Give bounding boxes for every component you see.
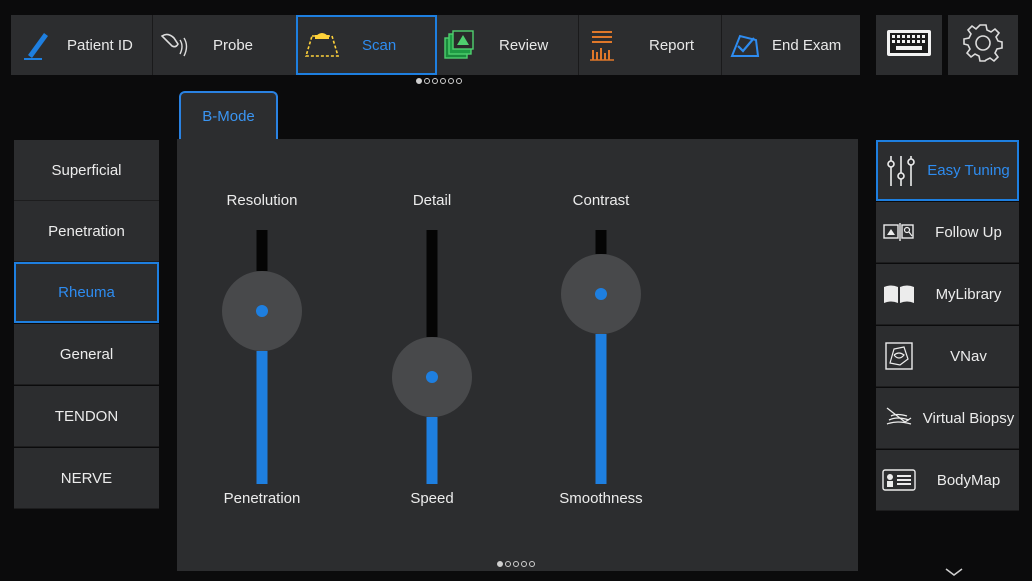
knob-center: [256, 305, 268, 318]
page-dot: [521, 561, 527, 567]
page-dot: [497, 561, 503, 567]
scan-button[interactable]: Scan: [296, 15, 437, 75]
vnav-label: VNav: [950, 347, 987, 365]
report-icon: [583, 25, 623, 65]
keyboard-icon: [886, 29, 932, 62]
knob-center: [426, 371, 438, 384]
review-icon: [439, 25, 479, 65]
detail-slider-knob[interactable]: [392, 337, 472, 418]
scan-label: Scan: [362, 36, 397, 54]
settings-button[interactable]: [948, 15, 1018, 75]
report-label: Report: [649, 36, 695, 54]
tuning-sliders-icon: [882, 152, 920, 190]
page-dot: [432, 78, 438, 84]
page-dot: [448, 78, 454, 84]
review-button[interactable]: Review: [437, 15, 578, 75]
page-dot: [505, 561, 511, 567]
top-toolbar: Patient ID Probe Scan Review Report End …: [11, 15, 860, 75]
mylibrary-label: MyLibrary: [935, 285, 1002, 303]
page-dot: [456, 78, 462, 84]
page-dot: [424, 78, 430, 84]
pen-icon: [17, 25, 57, 65]
probe-button[interactable]: Probe: [153, 15, 295, 75]
vnav-icon: [880, 337, 918, 375]
preset-general[interactable]: General: [14, 324, 159, 385]
slider-track-fill: [426, 417, 438, 484]
slider-bottom-label: Smoothness: [559, 490, 643, 507]
vnav-button[interactable]: VNav: [876, 326, 1019, 387]
book-icon: [880, 275, 918, 313]
toolbar-page-indicator: [416, 76, 466, 86]
report-button[interactable]: Report: [579, 15, 721, 75]
slider-top-label: Resolution: [226, 192, 298, 209]
follow-up-icon: [880, 213, 918, 251]
virtual-biopsy-button[interactable]: Virtual Biopsy: [876, 388, 1019, 449]
end-exam-label: End Exam: [772, 36, 842, 54]
slider-top-label: Contrast: [572, 192, 630, 209]
contrast-slider-knob[interactable]: [561, 253, 641, 334]
probe-label: Probe: [213, 36, 254, 54]
preset-superficial[interactable]: Superficial: [14, 140, 159, 201]
patient-id-label: Patient ID: [67, 36, 133, 54]
end-exam-button[interactable]: End Exam: [722, 15, 860, 75]
slider-top-label: Detail: [412, 192, 452, 209]
easy-tuning-panel: Resolution Penetration Detail Speed Cont…: [177, 139, 858, 571]
page-dot: [416, 78, 422, 84]
knob-center: [595, 287, 607, 300]
follow-up-button[interactable]: Follow Up: [876, 202, 1019, 263]
easy-tuning-button[interactable]: Easy Tuning: [876, 140, 1019, 201]
patient-id-button[interactable]: Patient ID: [11, 15, 152, 75]
scan-icon: [302, 25, 342, 65]
review-label: Review: [499, 36, 549, 54]
preset-rheuma[interactable]: Rheuma: [14, 262, 159, 323]
follow-up-label: Follow Up: [935, 223, 1002, 241]
preset-nerve[interactable]: NERVE: [14, 448, 159, 509]
bodymap-button[interactable]: BodyMap: [876, 450, 1019, 511]
resolution-slider-knob[interactable]: [222, 271, 302, 352]
slider-track-fill: [595, 333, 607, 484]
page-dot: [440, 78, 446, 84]
keyboard-button[interactable]: [876, 15, 942, 75]
preset-penetration[interactable]: Penetration: [14, 201, 159, 262]
slider-track-fill: [256, 351, 268, 484]
slider-bottom-label: Speed: [410, 490, 454, 507]
slider-track-upper: [256, 230, 268, 272]
virtual-biopsy-label: Virtual Biopsy: [922, 409, 1015, 427]
bodymap-icon: [880, 461, 918, 499]
end-exam-icon: [724, 25, 764, 65]
chevron-down-icon[interactable]: [944, 563, 964, 576]
gear-icon: [963, 23, 1003, 68]
biopsy-icon: [880, 399, 918, 437]
easy-tuning-label: Easy Tuning: [927, 162, 1010, 179]
panel-page-indicator: [497, 561, 543, 571]
slider-track-upper: [595, 230, 607, 254]
page-dot: [513, 561, 519, 567]
slider-track-upper: [426, 230, 438, 338]
probe-icon: [155, 25, 195, 65]
bodymap-label: BodyMap: [936, 471, 1001, 489]
tab-b-mode[interactable]: B-Mode: [179, 91, 278, 139]
slider-bottom-label: Penetration: [223, 490, 301, 507]
preset-tendon[interactable]: TENDON: [14, 386, 159, 447]
page-dot: [529, 561, 535, 567]
mylibrary-button[interactable]: MyLibrary: [876, 264, 1019, 325]
